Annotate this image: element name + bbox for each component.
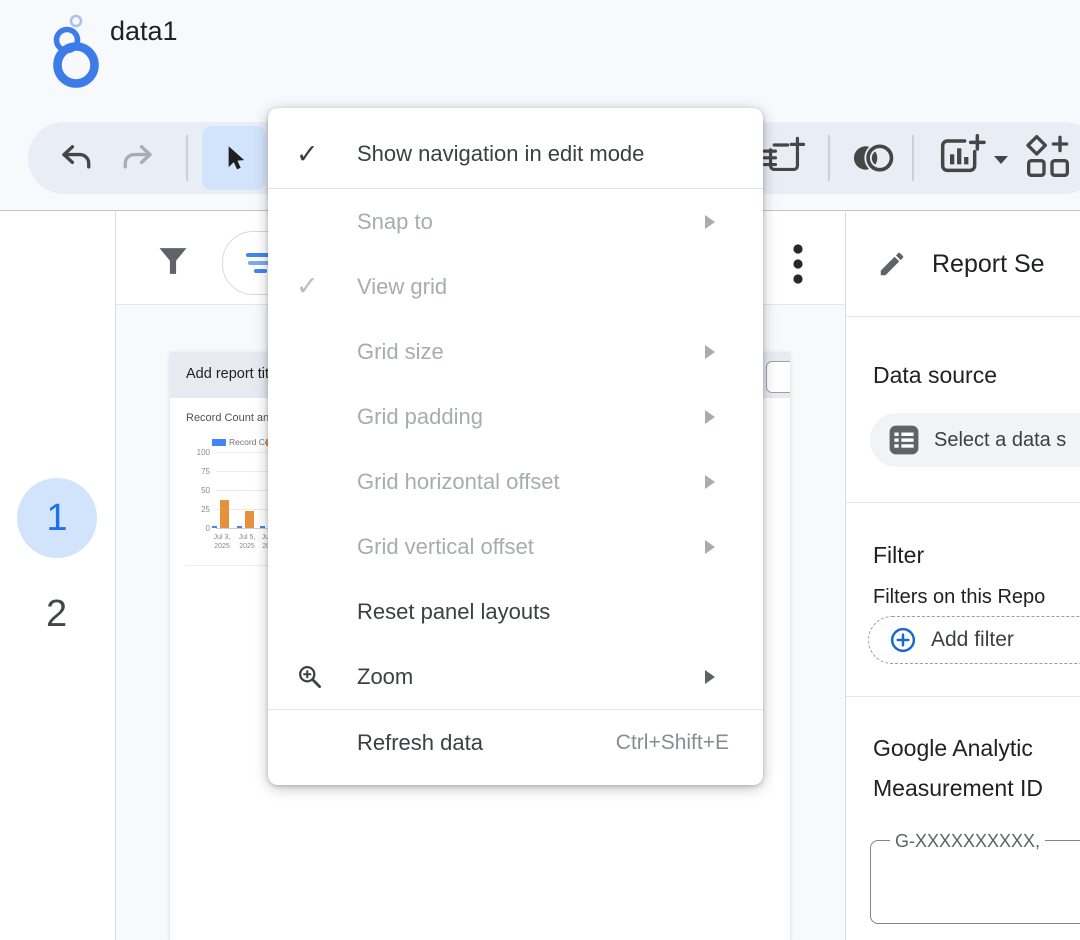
page-navigator: 12 — [0, 211, 115, 940]
menubar: FileEditViewInsertPageArrangeResourceHel… — [0, 60, 1080, 108]
menu-item-label: Grid size — [357, 339, 444, 365]
menu-item-label: Grid padding — [357, 404, 483, 430]
bar-record-count-jul-5-2025 — [237, 526, 242, 528]
undo-icon[interactable] — [58, 140, 94, 179]
menu-item-grid-padding[interactable]: Grid padding — [268, 384, 763, 449]
bar-series2-jul-3-2025 — [220, 500, 229, 528]
menu-item-snap-to[interactable]: Snap to — [268, 189, 763, 254]
panel-section-divider — [846, 316, 1080, 317]
submenu-caret-icon — [705, 670, 715, 684]
legend-swatch — [212, 439, 226, 446]
ga-heading-line2: Measurement ID — [873, 775, 1043, 802]
toolbar-separator — [186, 135, 188, 181]
menu-item-label: Grid vertical offset — [357, 534, 534, 560]
zoom-in-icon — [296, 663, 323, 690]
y-axis-tick: 50 — [184, 486, 210, 495]
menu-item-label: View grid — [357, 274, 447, 300]
data-source-heading: Data source — [873, 362, 997, 389]
ga-measurement-id-input[interactable] — [870, 840, 1080, 924]
add-chart-caret-icon[interactable] — [994, 156, 1008, 164]
data-source-icon — [888, 424, 920, 456]
view-dropdown-menu: ✓ Show navigation in edit mode Snap to ✓ Vie… — [268, 108, 763, 785]
submenu-caret-icon — [705, 345, 715, 359]
funnel-icon[interactable] — [155, 242, 191, 285]
select-data-source-label: Select a data s — [934, 429, 1066, 452]
menu-item-zoom[interactable]: Zoom — [268, 644, 763, 709]
bar-series2-jul-5-2025 — [245, 511, 254, 528]
menu-item-grid-horizontal-offset[interactable]: Grid horizontal offset — [268, 449, 763, 514]
more-vertical-icon[interactable] — [791, 243, 805, 292]
y-axis-tick: 100 — [184, 448, 210, 457]
menu-item-view-grid[interactable]: ✓ View grid — [268, 254, 763, 319]
add-page-icon[interactable] — [762, 136, 806, 181]
menu-item-label: Snap to — [357, 209, 433, 235]
add-circle-icon — [889, 626, 917, 654]
menu-item-label: Grid horizontal offset — [357, 469, 560, 495]
y-axis-tick: 25 — [184, 505, 210, 514]
panel-section-divider — [846, 502, 1080, 503]
menu-item-lead — [296, 663, 357, 690]
page-thumb-2[interactable]: 2 — [46, 593, 67, 636]
menu-item-label: Zoom — [357, 664, 413, 690]
menu-item-reset-panel-layouts[interactable]: Reset panel layouts — [268, 579, 763, 644]
ga-heading-line1: Google Analytic — [873, 735, 1033, 762]
panel-divider — [845, 211, 846, 940]
filter-heading: Filter — [873, 542, 924, 569]
page-thumb-1[interactable]: 1 — [17, 478, 97, 558]
add-chart-icon[interactable] — [938, 134, 986, 181]
add-control-icon[interactable] — [1024, 134, 1072, 183]
bar-record-count-jul-3-2025 — [212, 526, 217, 528]
ga-field-label: G-XXXXXXXXXX, — [890, 831, 1045, 852]
check-icon: ✓ — [296, 273, 319, 300]
toolbar-separator — [828, 135, 830, 181]
submenu-caret-icon — [705, 215, 715, 229]
menu-item-lead: ✓ — [296, 273, 357, 300]
menu-item-grid-vertical-offset[interactable]: Grid vertical offset — [268, 514, 763, 579]
select-data-source-button[interactable]: Select a data s — [870, 413, 1080, 467]
submenu-caret-icon — [705, 410, 715, 424]
menu-item-label: Refresh data — [357, 730, 483, 756]
bar-record-count-jul-6-2025 — [260, 526, 265, 528]
toolbar-separator — [912, 135, 914, 181]
y-axis-tick: 0 — [184, 524, 210, 533]
redo-icon[interactable] — [120, 140, 156, 179]
report-title[interactable]: data1 — [110, 16, 178, 47]
pencil-icon — [877, 249, 907, 284]
add-filter-label: Add filter — [931, 628, 1014, 652]
report-title-placeholder[interactable]: Add report title — [186, 366, 280, 382]
submenu-caret-icon — [705, 475, 715, 489]
menu-item-label: Show navigation in edit mode — [357, 141, 644, 167]
date-range-control[interactable] — [766, 361, 790, 393]
menu-item-grid-size[interactable]: Grid size — [268, 319, 763, 384]
menu-item-lead: ✓ — [296, 141, 357, 168]
check-icon: ✓ — [296, 141, 319, 168]
submenu-caret-icon — [705, 540, 715, 554]
panel-section-divider — [846, 696, 1080, 697]
filter-subheading: Filters on this Repo — [873, 586, 1045, 609]
menu-item-label: Reset panel layouts — [357, 599, 550, 625]
select-tool-icon[interactable] — [202, 126, 266, 190]
blend-data-icon[interactable] — [848, 142, 898, 179]
menu-item-shortcut: Ctrl+Shift+E — [616, 731, 729, 755]
y-axis-tick: 75 — [184, 467, 210, 476]
menu-item-refresh-data[interactable]: Refresh data Ctrl+Shift+E — [268, 710, 763, 775]
panel-title: Report Se — [932, 250, 1045, 279]
add-filter-button[interactable]: Add filter — [868, 616, 1080, 664]
menu-item-show-navigation-in-edit-mode[interactable]: ✓ Show navigation in edit mode — [268, 120, 763, 188]
